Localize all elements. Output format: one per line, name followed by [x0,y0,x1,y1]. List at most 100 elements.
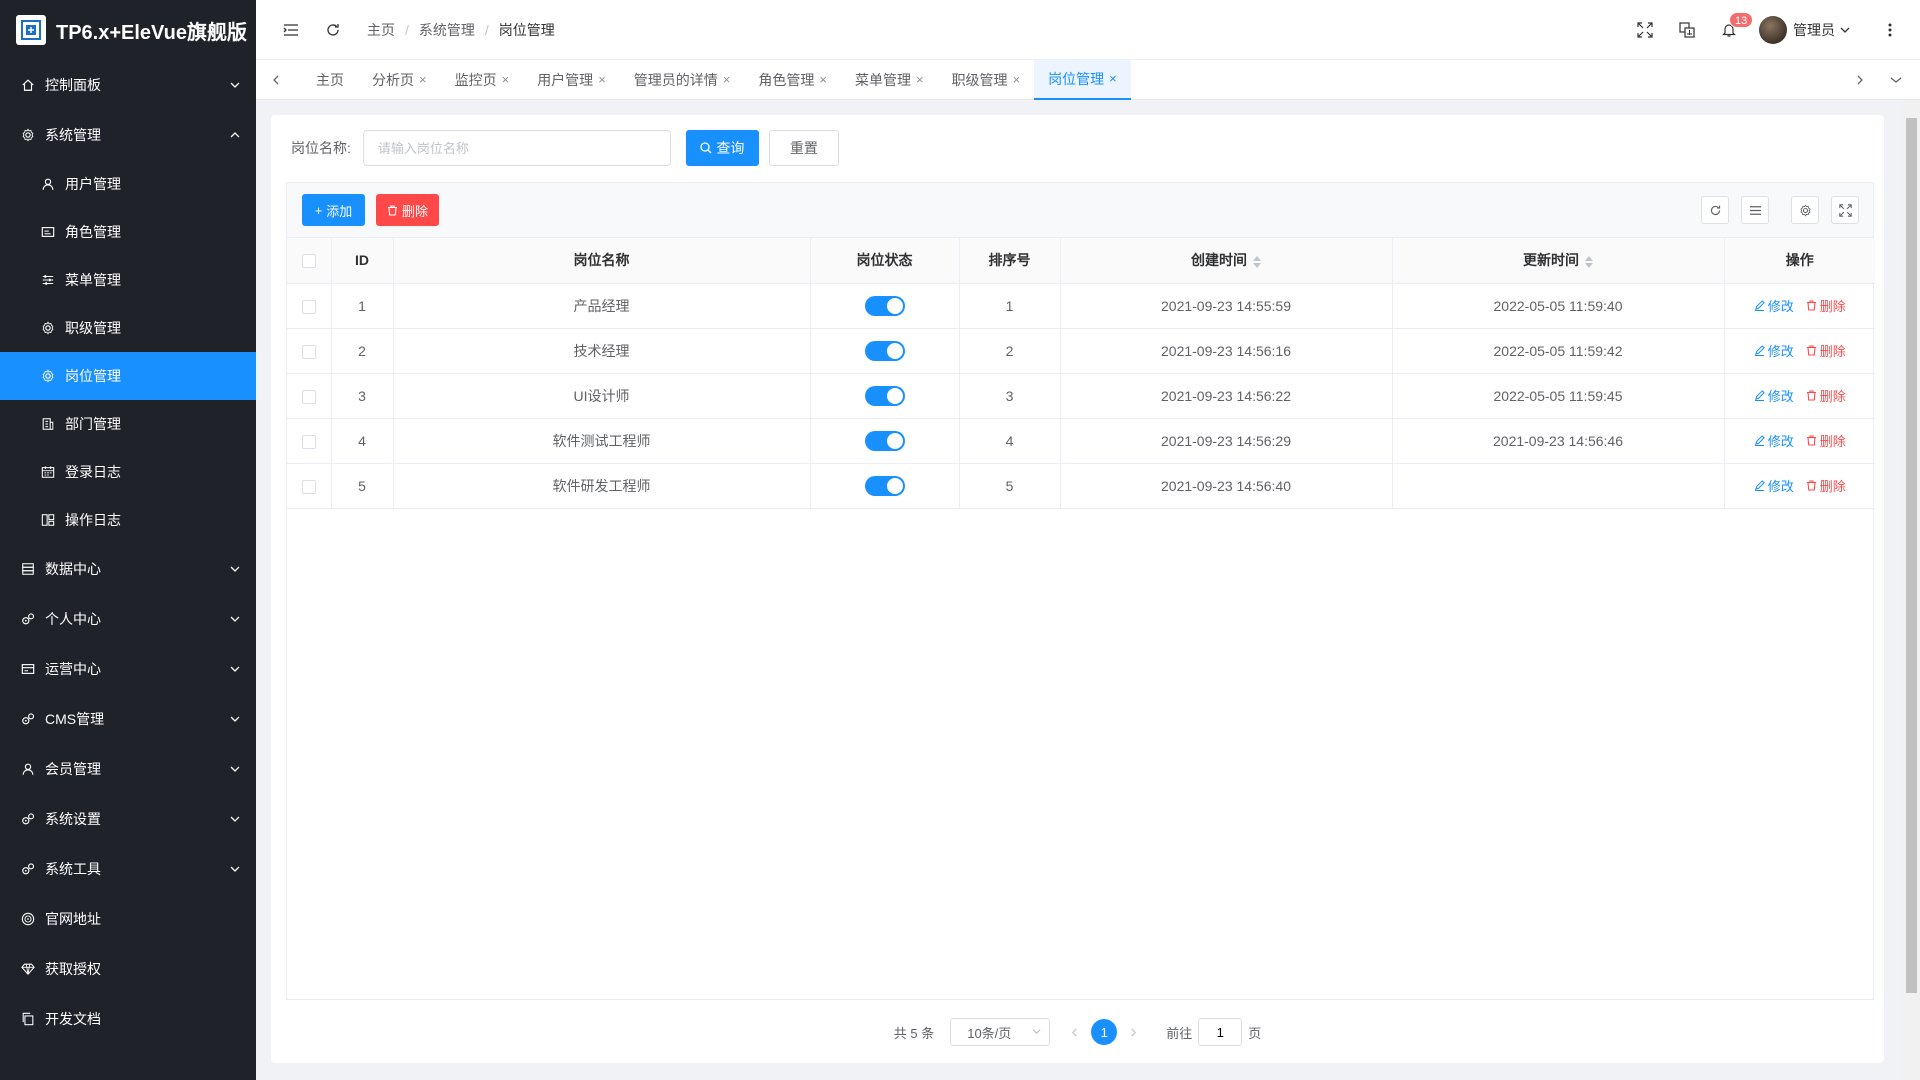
page-number-current[interactable]: 1 [1091,1019,1118,1045]
more-vertical-icon[interactable] [1880,20,1900,40]
close-icon[interactable]: × [916,72,924,87]
batch-delete-button[interactable]: 删除 [376,194,439,226]
scrollbar-thumb[interactable] [1906,118,1917,993]
next-page-icon[interactable] [1129,1027,1138,1037]
tab-3[interactable]: 用户管理 × [523,60,620,100]
submenu-item-7[interactable]: 操作日志 [0,496,256,544]
sidebar-item-11[interactable]: 开发文档 [0,994,256,1044]
tab-label: 监控页 [454,71,497,88]
delete-button[interactable]: 删除 [1806,386,1846,405]
prev-page-icon[interactable] [1070,1027,1079,1037]
sidebar-item-7[interactable]: 系统设置 [0,794,256,844]
tab-7[interactable]: 职级管理 × [938,60,1035,100]
sidebar-item-4[interactable]: 运营中心 [0,644,256,694]
submenu-item-2[interactable]: 菜单管理 [0,256,256,304]
select-all-checkbox[interactable] [301,254,316,269]
edit-button[interactable]: 修改 [1754,476,1794,495]
row-checkbox[interactable] [301,389,316,404]
submenu-item-5[interactable]: 部门管理 [0,400,256,448]
close-icon[interactable]: × [1109,71,1117,86]
submenu-item-6[interactable]: 登录日志 [0,448,256,496]
page-scrollbar[interactable] [1903,100,1920,1080]
sidebar-item-10[interactable]: 获取授权 [0,944,256,994]
submenu-item-3[interactable]: 职级管理 [0,304,256,352]
tab-8[interactable]: 岗位管理 × [1034,59,1131,100]
close-icon[interactable]: × [723,72,731,87]
close-icon[interactable]: × [598,72,606,87]
tabs-scroll-left-icon[interactable] [256,70,296,90]
sidebar-item-5[interactable]: CMS管理 [0,694,256,744]
close-icon[interactable]: × [1013,72,1021,87]
user-dropdown[interactable]: 管理员 [1759,16,1850,44]
status-toggle[interactable] [864,295,905,316]
goto-page-input[interactable] [1198,1018,1243,1046]
row-checkbox[interactable] [301,434,316,449]
cell-name: 产品经理 [393,283,811,329]
sidebar-item-9[interactable]: 官网地址 [0,894,256,944]
position-name-input[interactable] [362,130,671,166]
column-header-created[interactable]: 创建时间 [1060,238,1393,284]
edit-button[interactable]: 修改 [1754,431,1794,450]
column-settings-icon[interactable] [1791,196,1819,224]
tabs-scroll-right-icon[interactable] [1850,70,1870,90]
close-icon[interactable]: × [819,72,827,87]
table-refresh-icon[interactable] [1701,196,1729,224]
sidebar-item-8[interactable]: 系统工具 [0,844,256,894]
gear-icon [40,368,56,384]
sidebar-item-0[interactable]: 控制面板 [0,60,256,110]
gears-icon [20,811,36,827]
edit-button[interactable]: 修改 [1754,341,1794,360]
delete-button[interactable]: 删除 [1806,476,1846,495]
row-checkbox[interactable] [301,299,316,314]
submenu-item-1[interactable]: 角色管理 [0,208,256,256]
sidebar-item-6[interactable]: 会员管理 [0,744,256,794]
query-button[interactable]: 查询 [685,130,759,166]
breadcrumb-home[interactable]: 主页 [367,20,395,40]
sort-caret-icon[interactable] [1585,255,1593,268]
tab-6[interactable]: 菜单管理 × [841,60,938,100]
row-checkbox[interactable] [301,344,316,359]
close-icon[interactable]: × [419,72,427,87]
cell-created: 2021-09-23 14:56:40 [1060,463,1393,509]
tab-1[interactable]: 分析页 × [358,60,441,100]
status-toggle[interactable] [864,430,905,451]
status-toggle[interactable] [864,385,905,406]
edit-button[interactable]: 修改 [1754,386,1794,405]
tab-0[interactable]: 主页 [302,60,358,100]
add-button[interactable]: + 添加 [302,194,365,226]
tab-5[interactable]: 角色管理 × [744,60,841,100]
row-checkbox[interactable] [301,479,316,494]
reset-button[interactable]: 重置 [768,130,839,166]
page-size-select[interactable]: 10条/页 [950,1018,1051,1046]
collapse-menu-icon[interactable] [281,20,301,40]
notification-bell-icon[interactable]: 13 [1719,12,1754,40]
refresh-icon[interactable] [323,20,343,40]
column-header-updated[interactable]: 更新时间 [1392,238,1725,284]
status-toggle[interactable] [864,340,905,361]
fullscreen-icon[interactable] [1635,20,1655,40]
tabs-menu-chevron-icon[interactable] [1886,70,1906,90]
sidebar-item-3[interactable]: 个人中心 [0,594,256,644]
edit-icon [1754,435,1765,446]
language-icon[interactable] [1677,20,1697,40]
table-fullscreen-icon[interactable] [1831,196,1859,224]
cell-actions: 修改 删除 [1724,373,1875,419]
table-density-icon[interactable] [1741,196,1769,224]
close-icon[interactable]: × [502,72,510,87]
tab-4[interactable]: 管理员的详情 × [620,60,745,100]
submenu-item-4[interactable]: 岗位管理 [0,352,256,400]
cell-created: 2021-09-23 14:56:29 [1060,418,1393,464]
submenu-item-0[interactable]: 用户管理 [0,160,256,208]
edit-button[interactable]: 修改 [1754,296,1794,315]
sidebar-item-2[interactable]: 数据中心 [0,544,256,594]
delete-button[interactable]: 删除 [1806,431,1846,450]
tab-2[interactable]: 监控页 × [441,60,524,100]
sidebar-item-1[interactable]: 系统管理 [0,110,256,160]
app-logo[interactable]: TP6.x+EleVue旗舰版 [0,0,256,60]
breadcrumb-system[interactable]: 系统管理 [419,20,475,40]
status-toggle[interactable] [864,475,905,496]
delete-button[interactable]: 删除 [1806,296,1846,315]
delete-button[interactable]: 删除 [1806,341,1846,360]
cell-sort: 3 [959,373,1061,419]
sort-caret-icon[interactable] [1253,255,1261,268]
